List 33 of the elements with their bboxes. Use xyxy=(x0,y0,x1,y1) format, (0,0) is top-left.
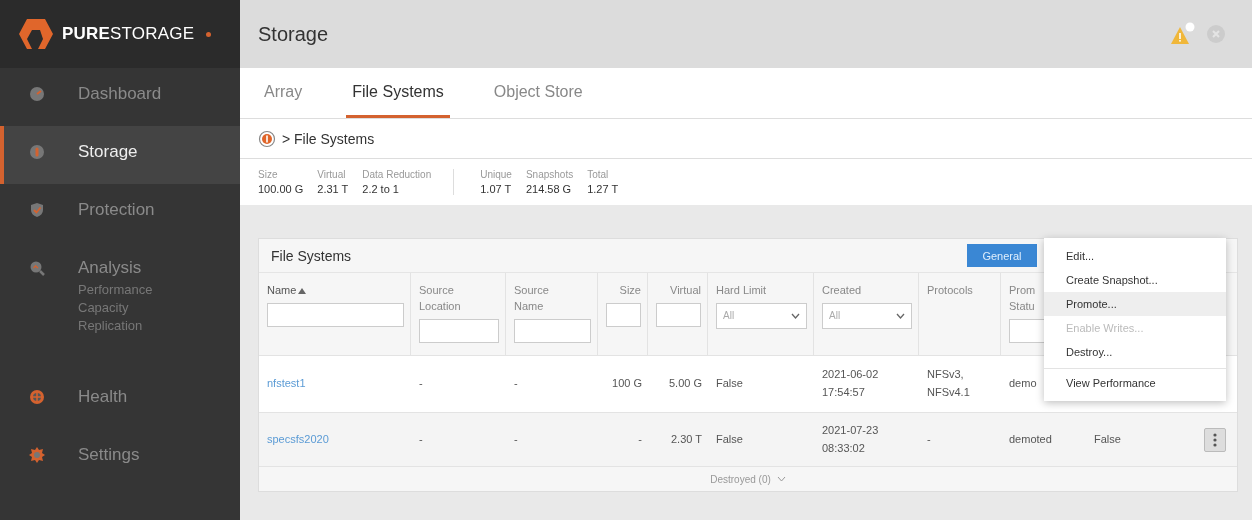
table-cell-text: demo xyxy=(1009,376,1037,392)
stat-value: 2.2 to 1 xyxy=(362,183,400,195)
stat-value: 1.27 T xyxy=(587,183,619,195)
stat-label: Snapshots xyxy=(525,169,574,180)
table-cell-text: - xyxy=(514,431,518,447)
table-cell-text: - xyxy=(927,431,931,447)
table-cell-text: - xyxy=(419,431,423,447)
stat-label: Total xyxy=(587,169,610,180)
table-cell-text: 5.00 G xyxy=(668,376,702,392)
table-cell-text: demoted xyxy=(1009,431,1052,447)
table-cell-text: NFSv3, NFSv4.1 xyxy=(927,367,970,400)
stat-value: 214.58 G xyxy=(525,183,573,195)
breadcrumb: > File Systems xyxy=(282,130,375,147)
stat-value: 100.00 G xyxy=(258,183,304,195)
table-cell-text: - xyxy=(638,431,642,447)
table-cell-text: - xyxy=(419,376,423,392)
table-cell-text: 2021-07-23 08:33:02 xyxy=(822,422,879,456)
logo-text: PURESTORAGE xyxy=(62,24,195,44)
table-cell-text: False xyxy=(1094,431,1121,447)
table-cell-text: 2021-06-02 17:54:57 xyxy=(822,367,879,400)
table-cell-text: - xyxy=(514,376,518,392)
panel-title: File Systems xyxy=(271,247,353,264)
table-cell-text: 2.30 T xyxy=(671,431,702,447)
page-title: Storage xyxy=(258,22,330,46)
table-cell-text: False xyxy=(716,431,743,447)
stat-label: Size xyxy=(258,169,279,180)
stat-label: Data Reduction xyxy=(362,169,432,180)
table-cell-text: 100 G xyxy=(612,376,642,392)
stat-value: 2.31 T xyxy=(317,183,349,195)
stat-value: 1.07 T xyxy=(480,183,512,195)
stat-label: Virtual xyxy=(317,169,347,180)
table-cell-text: False xyxy=(716,376,743,392)
stat-label: Unique xyxy=(480,169,512,180)
